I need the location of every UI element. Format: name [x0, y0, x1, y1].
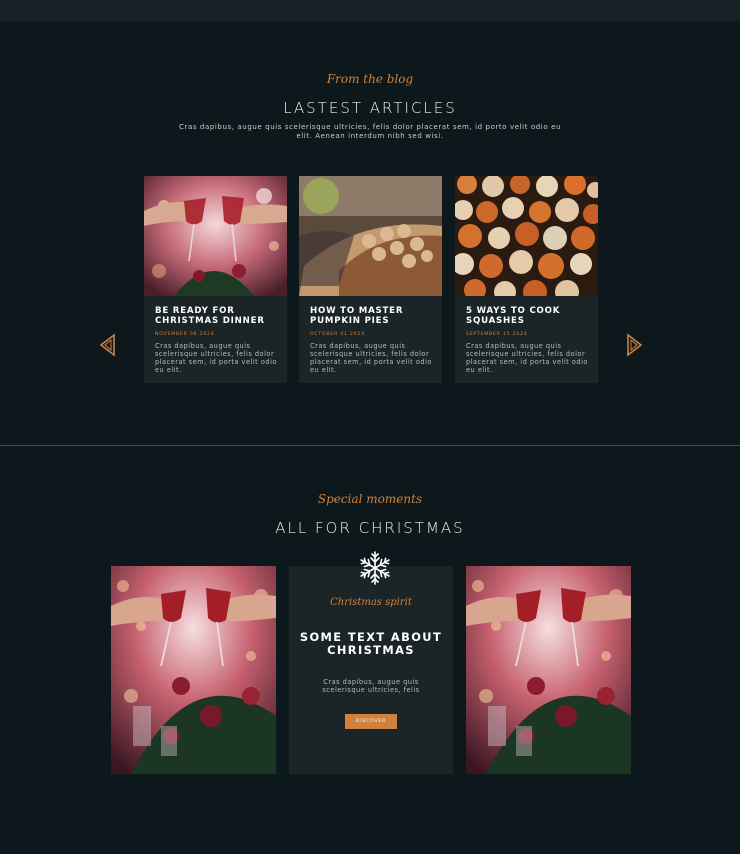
article-excerpt: Cras dapibus, augue quis scelerisque ult…	[155, 342, 277, 374]
article-date: NOVEMBER 06 2024	[155, 332, 215, 337]
article-title[interactable]: BE READY FOR CHRISTMAS DINNER	[155, 306, 279, 326]
article-title[interactable]: 5 WAYS TO COOK SQUASHES	[466, 306, 590, 326]
moments-script-title: Special moments	[317, 492, 423, 506]
feature-script-title: Christmas spirit	[330, 597, 412, 608]
blog-script-title: From the blog	[326, 72, 414, 86]
article-image-pumpkins	[455, 176, 598, 296]
article-card[interactable]: BE READY FOR CHRISTMAS DINNER NOVEMBER 0…	[144, 176, 287, 383]
blog-heading: LASTEST ARTICLES	[283, 99, 457, 117]
article-date: SEPTEMBER 15 2024	[466, 332, 528, 337]
carousel-next-arrow[interactable]	[625, 333, 643, 357]
top-bar	[0, 0, 740, 22]
article-card[interactable]: 5 WAYS TO COOK SQUASHES SEPTEMBER 15 202…	[455, 176, 598, 383]
snowflake-icon	[358, 551, 392, 585]
article-card[interactable]: HOW TO MASTER PUMPKIN PIES OCTOBER 01 20…	[299, 176, 442, 383]
article-excerpt: Cras dapibus, augue quis scelerisque ult…	[310, 342, 432, 374]
blog-subtitle: Cras dapibus, augue quis scelerisque ult…	[178, 123, 562, 140]
feature-text: Cras dapibus, augue quis scelerisque ult…	[322, 678, 420, 694]
christmas-photo-left	[111, 566, 276, 774]
christmas-photo-right	[466, 566, 631, 774]
article-excerpt: Cras dapibus, augue quis scelerisque ult…	[466, 342, 588, 374]
article-image-pie	[299, 176, 442, 296]
article-image-toast	[144, 176, 287, 296]
article-title[interactable]: HOW TO MASTER PUMPKIN PIES	[310, 306, 434, 326]
section-divider	[0, 445, 740, 446]
christmas-feature-card: Christmas spirit SOME TEXT ABOUT CHRISTM…	[289, 566, 453, 774]
carousel-prev-arrow[interactable]	[99, 333, 117, 357]
article-date: OCTOBER 01 2024	[310, 332, 365, 337]
discover-button[interactable]: DISCOVER	[345, 714, 397, 729]
feature-title: SOME TEXT ABOUT CHRISTMAS	[299, 630, 443, 657]
moments-heading: ALL FOR CHRISTMAS	[275, 519, 465, 537]
